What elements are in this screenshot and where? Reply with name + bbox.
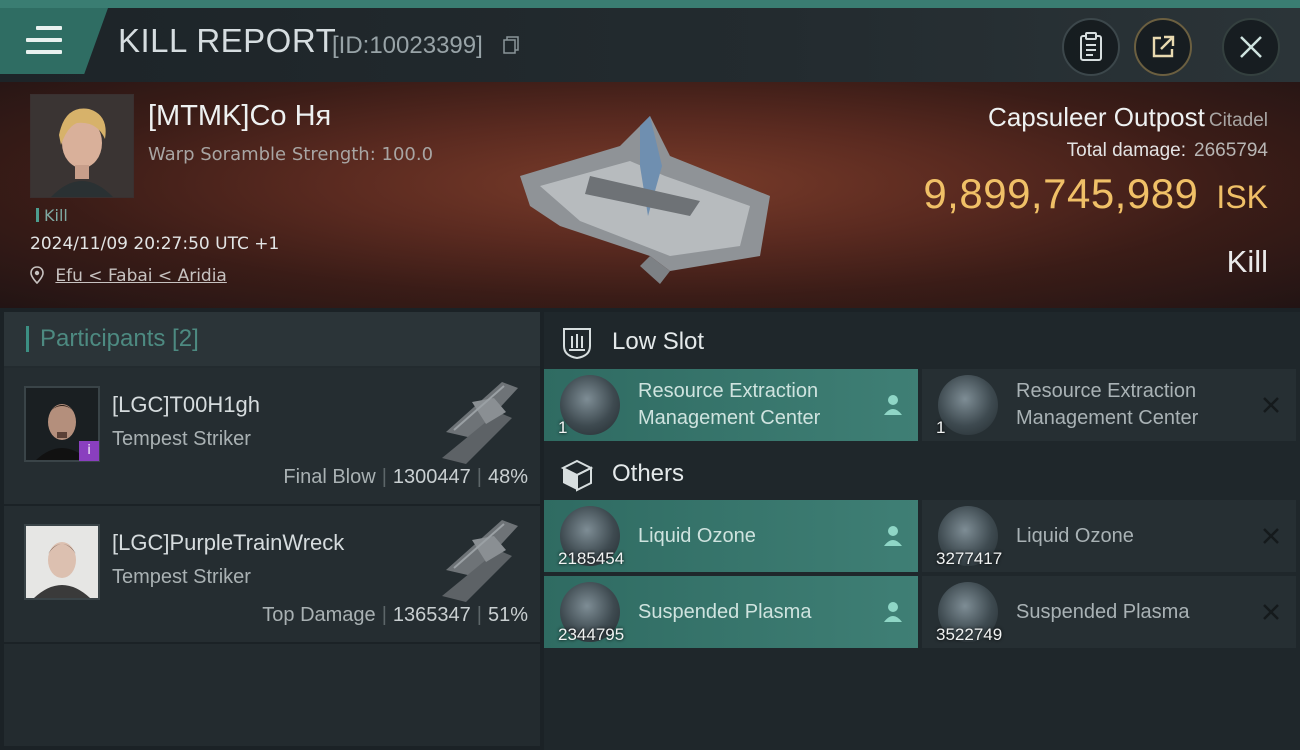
close-icon xyxy=(1240,36,1262,58)
copy-icon[interactable] xyxy=(503,36,519,54)
kill-tag: Kill xyxy=(36,206,68,225)
low-slot-icon xyxy=(563,328,591,360)
item-quantity: 2344795 xyxy=(558,625,625,644)
kill-location[interactable]: Efu < Fabai < Aridia xyxy=(30,266,227,286)
menu-button[interactable] xyxy=(0,8,108,74)
close-button[interactable] xyxy=(1222,18,1280,76)
module-icon xyxy=(560,375,620,435)
avatar xyxy=(31,95,133,197)
hamburger-icon xyxy=(26,26,62,54)
header-bar: KILL REPORT [ID:10023399] xyxy=(0,8,1300,82)
result-label: Kill xyxy=(1226,244,1268,279)
kill-datetime: 2024/11/09 20:27:50 UTC +1 xyxy=(30,234,280,254)
participant-damage: 1300447 xyxy=(392,466,471,488)
participant-name[interactable]: [LGC]T00H1gh xyxy=(112,392,260,418)
item-quantity: 2185454 xyxy=(558,549,625,568)
item-card[interactable]: 1 Resource Extraction Management Center xyxy=(544,369,918,441)
top-accent-line xyxy=(0,0,1300,8)
avatar xyxy=(26,526,98,598)
item-card[interactable]: 3522749 Suspended Plasma xyxy=(922,576,1296,648)
total-damage-value: 2665794 xyxy=(1194,140,1268,161)
item-name: Suspended Plasma xyxy=(1016,600,1190,623)
share-button[interactable] xyxy=(1134,18,1192,76)
victim-portrait[interactable] xyxy=(30,94,134,198)
participant-ship-icon xyxy=(442,520,518,602)
isk-value: 9,899,745,989 ISK xyxy=(923,170,1268,218)
location-link[interactable]: Efu < Fabai < Aridia xyxy=(55,266,226,286)
destroyed-x-icon xyxy=(1263,528,1279,544)
participant-role: Final Blow xyxy=(283,466,376,488)
module-icon xyxy=(938,375,998,435)
victim-banner: [MTMK]Co Ня Warp Soramble Strength: 100.… xyxy=(0,82,1300,308)
participant-avatar[interactable]: i xyxy=(24,386,100,462)
cube-icon xyxy=(560,459,594,492)
item-quantity: 3522749 xyxy=(936,625,1003,644)
participant-row[interactable]: i [LGC]T00H1gh Tempest Striker Final Blo… xyxy=(4,368,540,506)
participants-panel: Participants [2] i [LGC]T00H1gh Tempest … xyxy=(4,312,540,746)
isk-unit: ISK xyxy=(1216,179,1268,215)
participant-percent: 51% xyxy=(487,604,528,626)
person-icon xyxy=(884,526,902,546)
total-damage: Total damage: 2665794 xyxy=(1067,140,1268,162)
others-label: Others xyxy=(612,460,685,487)
item-name: Resource Extraction Management Center xyxy=(1016,380,1199,429)
participant-stats: Top Damage | 1365347 | 51% xyxy=(262,604,528,626)
participant-damage: 1365347 xyxy=(392,604,471,626)
item-quantity: 3277417 xyxy=(936,549,1003,568)
item-card[interactable]: 2185454 Liquid Ozone xyxy=(544,500,918,572)
item-quantity: 1 xyxy=(936,418,946,437)
participant-stats: Final Blow | 1300447 | 48% xyxy=(283,466,528,488)
destroyed-x-icon xyxy=(1263,397,1279,413)
isk-amount: 9,899,745,989 xyxy=(923,170,1199,217)
victim-ship-type: Citadel xyxy=(1208,110,1268,131)
item-name: Suspended Plasma xyxy=(638,600,812,623)
victim-ship-name[interactable]: Capsuleer Outpost xyxy=(988,102,1205,132)
victim-ship-image xyxy=(520,116,770,284)
items-panel: Low Slot 1 Resource Extraction Managemen… xyxy=(544,312,1300,750)
location-pin-icon xyxy=(30,266,44,285)
person-icon xyxy=(884,602,902,622)
person-icon xyxy=(884,395,902,415)
participant-percent: 48% xyxy=(487,466,528,488)
participant-role: Top Damage xyxy=(262,604,376,626)
item-name: Liquid Ozone xyxy=(1016,524,1134,547)
item-name: Liquid Ozone xyxy=(638,524,756,547)
page-title: KILL REPORT xyxy=(118,22,337,59)
warp-scramble-strength: Warp Soramble Strength: 100.0 xyxy=(148,144,434,165)
participant-ship: Tempest Striker xyxy=(112,428,251,450)
destroyed-x-icon xyxy=(1263,604,1279,620)
participant-avatar[interactable] xyxy=(24,524,100,600)
participants-title: Participants [2] xyxy=(40,325,199,352)
participant-row[interactable]: [LGC]PurpleTrainWreck Tempest Striker To… xyxy=(4,506,540,644)
share-icon xyxy=(1152,35,1175,58)
participant-ship-icon xyxy=(442,382,518,464)
clipboard-button[interactable] xyxy=(1062,18,1120,76)
item-card[interactable]: 1 Resource Extraction Management Center xyxy=(922,369,1296,441)
clipboard-icon xyxy=(1080,32,1102,61)
item-name: Resource Extraction Management Center xyxy=(638,380,821,429)
item-card[interactable]: 3277417 Liquid Ozone xyxy=(922,500,1296,572)
low-slot-label: Low Slot xyxy=(612,328,705,355)
header-accent-bar xyxy=(26,326,29,352)
participant-name[interactable]: [LGC]PurpleTrainWreck xyxy=(112,530,344,556)
item-quantity: 1 xyxy=(558,418,568,437)
report-id: [ID:10023399] xyxy=(332,32,483,59)
total-damage-label: Total damage: xyxy=(1066,140,1187,161)
info-badge: i xyxy=(79,441,99,461)
low-slot-header: Low Slot xyxy=(544,314,1300,370)
item-card[interactable]: 2344795 Suspended Plasma xyxy=(544,576,918,648)
participants-header[interactable]: Participants [2] xyxy=(4,312,540,366)
others-header: Others xyxy=(544,446,1300,502)
victim-ship: Capsuleer Outpost Citadel xyxy=(988,102,1268,133)
victim-name[interactable]: [MTMK]Co Ня xyxy=(148,100,331,133)
participant-ship: Tempest Striker xyxy=(112,566,251,588)
